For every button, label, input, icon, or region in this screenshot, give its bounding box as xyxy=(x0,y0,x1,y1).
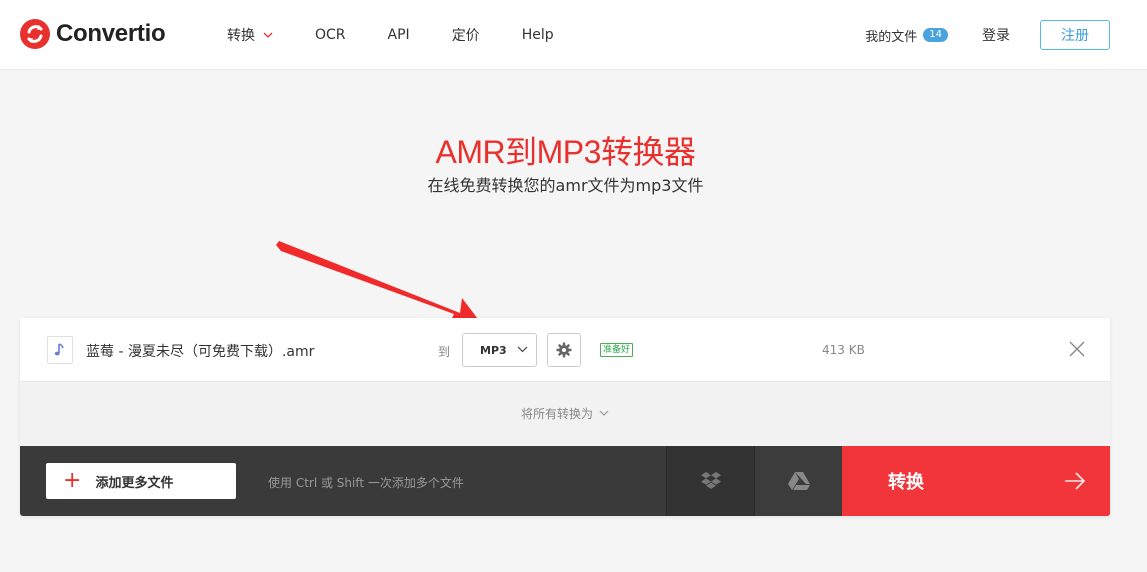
file-row: 蓝莓 - 漫夏未尽（可免费下载）.amr 到 MP3 准备好 413 KB xyxy=(20,318,1110,382)
nav-help[interactable]: Help xyxy=(522,27,554,43)
dropbox-icon xyxy=(700,472,721,489)
logo-text: Convertio xyxy=(56,20,166,47)
convert-button[interactable]: 转换 xyxy=(842,446,1110,516)
file-size: 413 KB xyxy=(822,343,865,357)
my-files-label: 我的文件 xyxy=(865,29,918,45)
convert-all-dropdown[interactable]: 将所有转换为 xyxy=(20,382,1110,444)
google-drive-button[interactable] xyxy=(754,446,842,516)
nav-api[interactable]: API xyxy=(388,27,410,43)
google-drive-icon xyxy=(787,472,810,490)
file-count-badge: 14 xyxy=(923,28,948,42)
convert-all-label: 将所有转换为 xyxy=(520,406,593,421)
action-bar: + 添加更多文件 使用 Ctrl 或 Shift 一次添加多个文件 转换 xyxy=(20,446,1110,516)
add-files-label: 添加更多文件 xyxy=(95,475,174,491)
to-label: 到 xyxy=(438,345,451,359)
settings-button[interactable] xyxy=(547,333,581,367)
format-value: MP3 xyxy=(480,343,507,357)
login-link[interactable]: 登录 xyxy=(982,25,1010,45)
my-files-link[interactable]: 我的文件 14 xyxy=(865,26,948,45)
top-header: Convertio 转换 OCR API 定价 Help 我的文件 14 登录 … xyxy=(0,0,1147,70)
music-note-icon xyxy=(47,336,73,364)
dropbox-button[interactable] xyxy=(666,446,754,516)
converter-panel: 蓝莓 - 漫夏未尽（可免费下载）.amr 到 MP3 准备好 413 KB 将所… xyxy=(20,318,1110,516)
nav-ocr[interactable]: OCR xyxy=(315,27,346,43)
register-button[interactable]: 注册 xyxy=(1040,20,1110,50)
chevron-down-icon xyxy=(517,346,528,353)
convert-button-label: 转换 xyxy=(888,472,924,493)
plus-icon: + xyxy=(63,468,82,493)
chevron-down-icon xyxy=(599,410,609,416)
main-nav: 转换 OCR API 定价 Help xyxy=(227,0,596,70)
convertio-logo-icon xyxy=(20,19,50,49)
close-icon[interactable] xyxy=(1068,340,1086,358)
user-nav: 我的文件 14 登录 注册 xyxy=(865,0,1110,70)
page-title: AMR到MP3转换器 xyxy=(435,134,696,170)
nav-convert-label: 转换 xyxy=(227,28,255,44)
chevron-down-icon xyxy=(263,32,273,38)
nav-convert[interactable]: 转换 xyxy=(227,25,273,45)
multi-select-hint: 使用 Ctrl 或 Shift 一次添加多个文件 xyxy=(268,476,464,490)
format-select[interactable]: MP3 xyxy=(462,333,537,367)
add-files-button[interactable]: + 添加更多文件 xyxy=(46,463,236,499)
nav-pricing[interactable]: 定价 xyxy=(452,25,480,45)
logo[interactable]: Convertio xyxy=(20,19,166,49)
page-subtitle: 在线免费转换您的amr文件为mp3文件 xyxy=(427,176,704,195)
gear-icon xyxy=(556,342,572,358)
status-badge: 准备好 xyxy=(600,343,634,357)
arrow-right-icon xyxy=(1065,472,1086,490)
file-name: 蓝莓 - 漫夏未尽（可免费下载）.amr xyxy=(86,344,315,360)
